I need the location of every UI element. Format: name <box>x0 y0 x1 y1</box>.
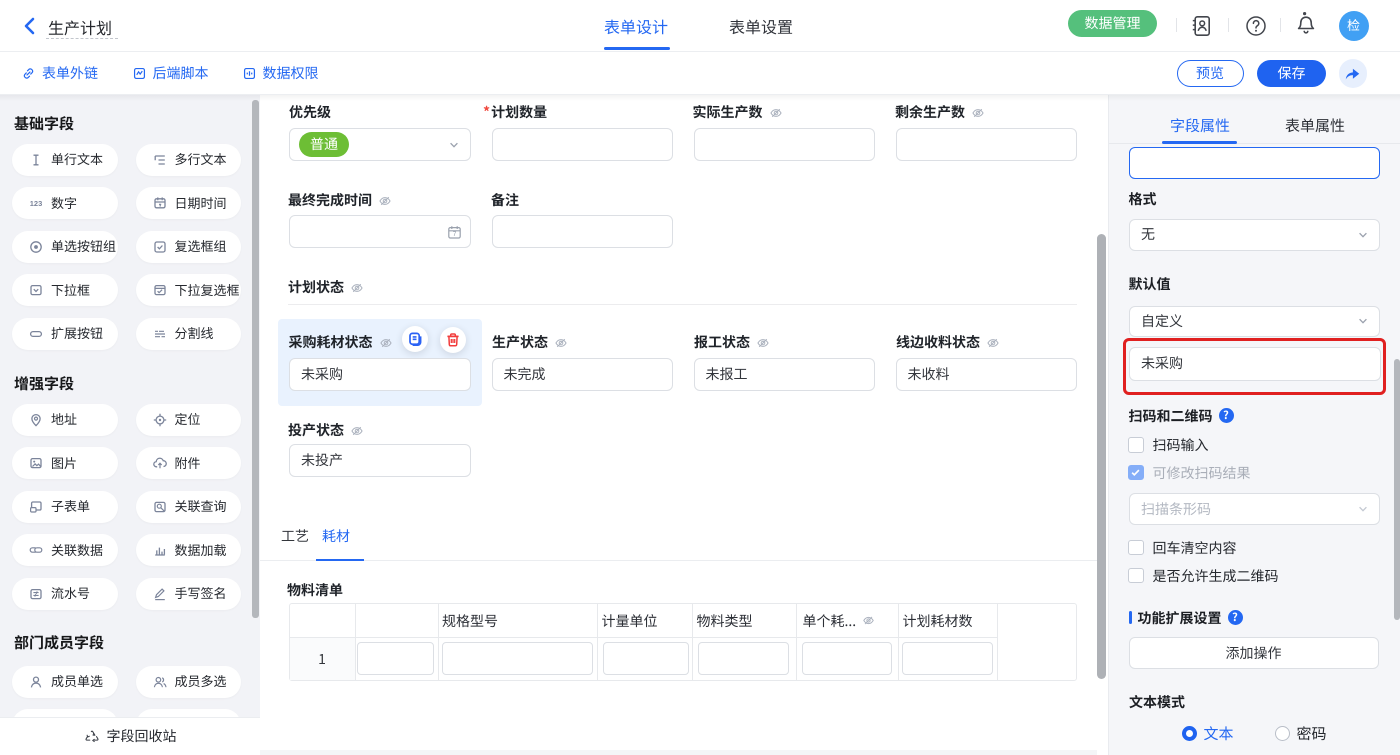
svg-text:123: 123 <box>30 199 43 208</box>
svg-text:7: 7 <box>452 231 456 238</box>
